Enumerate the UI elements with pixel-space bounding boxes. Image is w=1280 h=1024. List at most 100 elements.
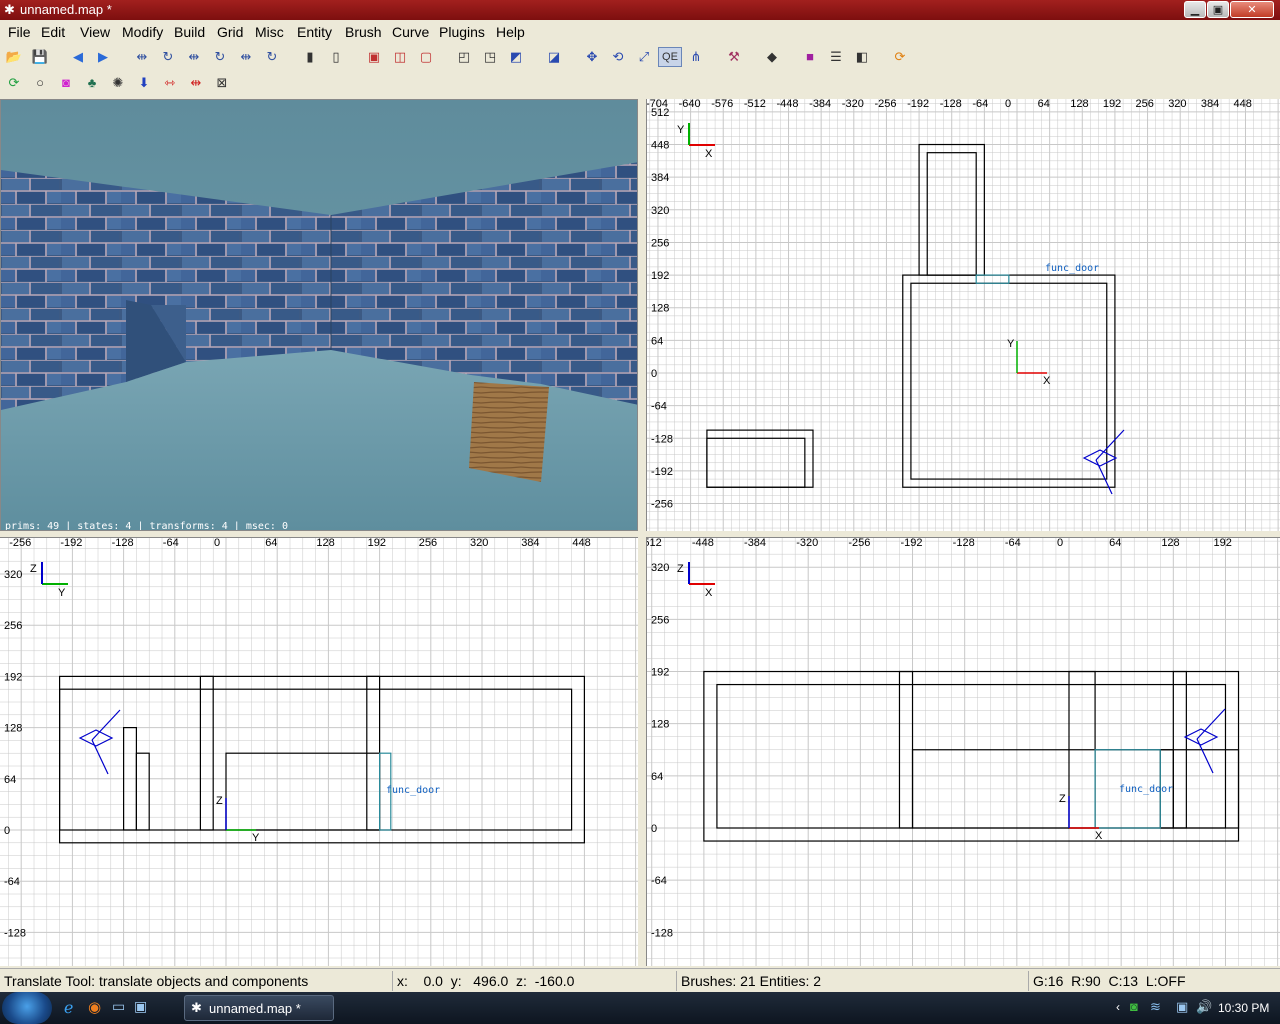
bug-icon[interactable]: ✺	[108, 73, 128, 93]
camera-stats: prims: 49 | states: 4 | transforms: 4 | …	[5, 521, 288, 531]
y-tick-label: 320	[4, 569, 22, 581]
mirror-vertical-icon[interactable]: ⇹	[186, 73, 206, 93]
taskbar-task-button[interactable]: ✱ unnamed.map *	[184, 995, 334, 1021]
rotate-z-icon[interactable]: ↻	[262, 47, 282, 67]
rotate-y-icon[interactable]: ↻	[210, 47, 230, 67]
close-button[interactable]: ✕	[1230, 1, 1274, 18]
horizontal-splitter[interactable]	[0, 531, 1280, 537]
menu-build[interactable]: Build	[174, 24, 205, 40]
no-entity-icon[interactable]: ⊠	[212, 73, 232, 93]
x-tick-label: 384	[521, 538, 539, 549]
window-title: unnamed.map *	[20, 2, 112, 17]
taskbar-clock[interactable]: 10:30 PM	[1218, 1001, 1269, 1015]
clipper-icon[interactable]: ◰	[454, 47, 474, 67]
open-icon[interactable]: 📂	[4, 47, 24, 67]
undo-icon[interactable]: ◀	[68, 47, 88, 67]
x-tick-label: -448	[777, 99, 799, 110]
vertex-icon[interactable]: ⋔	[686, 47, 706, 67]
xz-front-view[interactable]: -512 -448 -384 -320 -256 -192 -128 -64 0 64 128 192…	[646, 537, 1280, 966]
drop-icon[interactable]: ⬇	[134, 73, 154, 93]
hollow-icon[interactable]: ▢	[416, 47, 436, 67]
flip-y-icon[interactable]: ⇹	[184, 47, 204, 67]
menu-file[interactable]: File	[8, 24, 31, 40]
entity-list-icon[interactable]: ☰	[826, 47, 846, 67]
x-tick-label: -128	[940, 99, 962, 110]
firefox-icon[interactable]: ◉	[88, 998, 101, 1016]
menu-entity[interactable]: Entity	[297, 24, 332, 40]
tray-app-icon[interactable]: ◙	[1130, 999, 1138, 1014]
y-tick-label: 448	[651, 140, 669, 152]
menu-curve[interactable]: Curve	[392, 24, 429, 40]
x-tick-label: 0	[214, 538, 220, 549]
menu-brush[interactable]: Brush	[345, 24, 382, 40]
maximize-button[interactable]: ▣	[1207, 1, 1229, 18]
y-tick-label: -128	[651, 927, 673, 939]
sphere-icon[interactable]: ○	[30, 73, 50, 93]
csg-subtract-icon[interactable]: ▣	[364, 47, 384, 67]
camera-icon[interactable]: ◪	[544, 47, 564, 67]
save-icon[interactable]: 💾	[30, 47, 50, 67]
scale-icon[interactable]: ⤢	[634, 47, 654, 67]
menu-view[interactable]: View	[80, 24, 110, 40]
menu-edit[interactable]: Edit	[41, 24, 65, 40]
flip-z-icon[interactable]: ⇹	[236, 47, 256, 67]
tray-arrow-icon[interactable]: ‹	[1116, 1000, 1120, 1014]
cube-icon[interactable]: ■	[800, 47, 820, 67]
x-tick-label: 192	[1213, 538, 1231, 549]
x-tick-label: -192	[901, 538, 923, 549]
refresh-icon[interactable]: ⟳	[890, 47, 910, 67]
tray-volume-icon[interactable]: 🔊	[1196, 999, 1212, 1015]
shader-icon[interactable]: ◙	[56, 73, 76, 93]
minimize-button[interactable]: ▁	[1184, 1, 1206, 18]
status-counts: Brushes: 21 Entities: 2	[676, 971, 1026, 991]
tray-monitor-icon[interactable]: ▣	[1176, 999, 1188, 1015]
axis-label-v: Z	[30, 563, 37, 575]
tray-network-icon[interactable]: ≋	[1150, 999, 1161, 1015]
y-tick-label: 128	[651, 303, 669, 315]
menu-help[interactable]: Help	[496, 24, 525, 40]
yz-side-view[interactable]: -256 -192 -128 -64 0 64 128 192 256 320 384 448 320 2…	[0, 537, 638, 966]
filter-icon[interactable]: ◧	[852, 47, 872, 67]
menu-modify[interactable]: Modify	[122, 24, 163, 40]
brush-outline	[716, 683, 1227, 829]
csg-merge-icon[interactable]: ◫	[390, 47, 410, 67]
camera-view[interactable]: prims: 49 | states: 4 | transforms: 4 | …	[0, 99, 638, 531]
origin-label-v: Y	[1007, 338, 1015, 350]
redo-icon[interactable]: ▶	[93, 47, 113, 67]
switch-windows-icon[interactable]: ▣	[134, 998, 147, 1015]
bevel-icon[interactable]: ◆	[762, 47, 782, 67]
change-view-icon[interactable]: ◳	[480, 47, 500, 67]
origin-label-h: X	[1095, 830, 1103, 842]
func-door-label-xy: func_door	[1045, 263, 1100, 274]
ie-icon[interactable]: ℯ	[64, 998, 73, 1018]
y-tick-label: 64	[651, 771, 663, 783]
menu-misc[interactable]: Misc	[255, 24, 284, 40]
x-tick-label: 192	[368, 538, 386, 549]
x-tick-label: -64	[163, 538, 179, 549]
patch-icon[interactable]: ⚒	[724, 47, 744, 67]
rotate-icon[interactable]: ⟲	[608, 47, 628, 67]
yz-grid: -256 -192 -128 -64 0 64 128 192 256 320 384 448 320 2…	[0, 538, 638, 966]
xy-top-view[interactable]: -704 -640 -576 -512 -448 -384 -320 -256 -192 -128…	[646, 99, 1280, 531]
rotate-x-icon[interactable]: ↻	[158, 47, 178, 67]
select-touching-icon[interactable]: ▯	[326, 47, 346, 67]
translate-icon[interactable]: ✥	[582, 47, 602, 67]
mirror-icon[interactable]: ⇿	[160, 73, 180, 93]
y-tick-label: 192	[4, 671, 22, 683]
x-tick-label: 448	[1233, 99, 1251, 110]
x-tick-label: 320	[1168, 99, 1186, 110]
menu-grid[interactable]: Grid	[217, 24, 243, 40]
x-tick-label: 320	[470, 538, 488, 549]
flip-x-icon[interactable]: ⇹	[132, 47, 152, 67]
x-tick-label: 256	[419, 538, 437, 549]
show-desktop-icon[interactable]: ▭	[112, 998, 125, 1015]
x-tick-label: -64	[1005, 538, 1021, 549]
select-complete-tall-icon[interactable]: ▮	[300, 47, 320, 67]
tree-icon[interactable]: ♣	[82, 73, 102, 93]
texture-view-icon[interactable]: ◩	[506, 47, 526, 67]
menu-plugins[interactable]: Plugins	[439, 24, 485, 40]
x-tick-label: -256	[9, 538, 31, 549]
cycle-icon[interactable]: ⟳	[4, 73, 24, 93]
start-button[interactable]	[2, 992, 52, 1024]
qe-mode-button[interactable]: QE	[658, 47, 682, 67]
